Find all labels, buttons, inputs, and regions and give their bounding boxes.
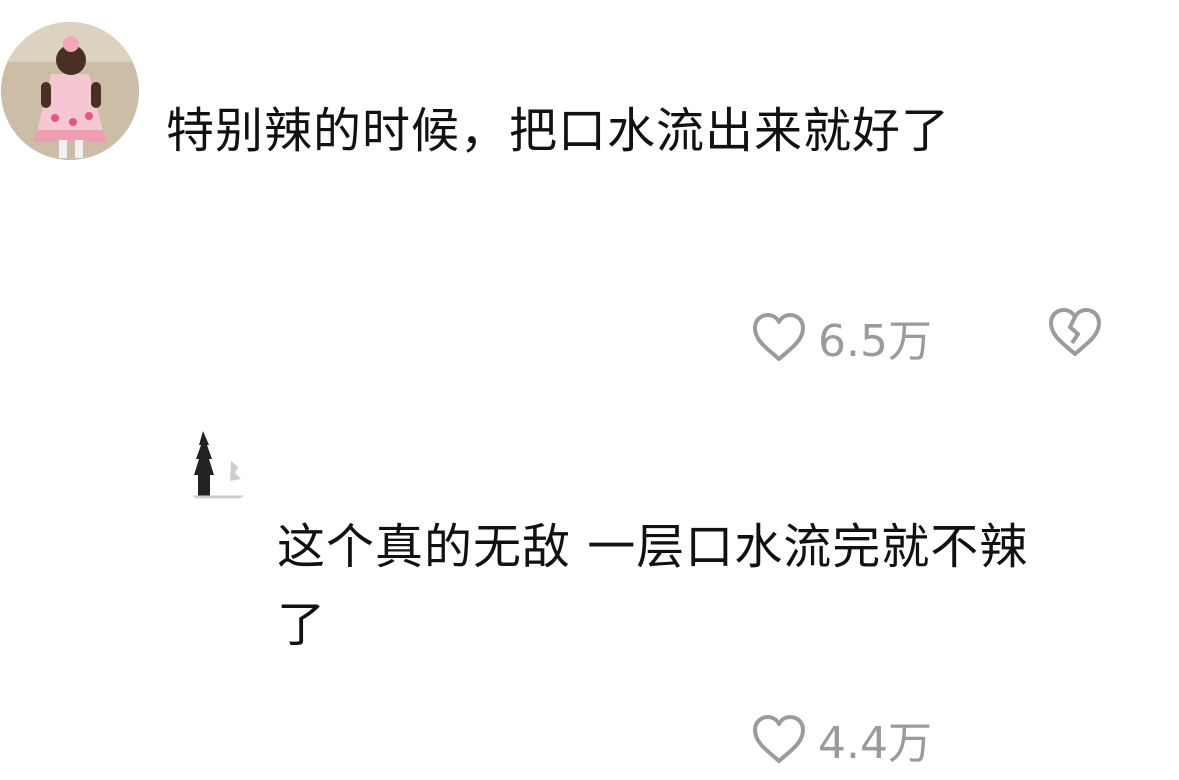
- reply-like-button[interactable]: 4.4万: [750, 707, 932, 771]
- reply-commenter-avatar[interactable]: [178, 425, 258, 505]
- reply-like-count: 4.4万: [818, 718, 932, 769]
- avatar-image-child: [1, 22, 139, 160]
- like-button[interactable]: 6.5万: [750, 305, 932, 369]
- avatar-image-tree: [178, 425, 258, 505]
- dislike-button[interactable]: [1045, 305, 1105, 359]
- broken-heart-icon: [1049, 308, 1101, 356]
- heart-outline-icon: [753, 313, 805, 361]
- commenter-avatar[interactable]: [1, 22, 139, 160]
- like-count: 6.5万: [818, 316, 932, 367]
- heart-outline-icon: [753, 715, 805, 763]
- comment-text: 特别辣的时候，把口水流出来就好了: [166, 103, 951, 159]
- reply-comment-text: 这个真的无敌 一层口水流完就不辣了: [277, 519, 1029, 653]
